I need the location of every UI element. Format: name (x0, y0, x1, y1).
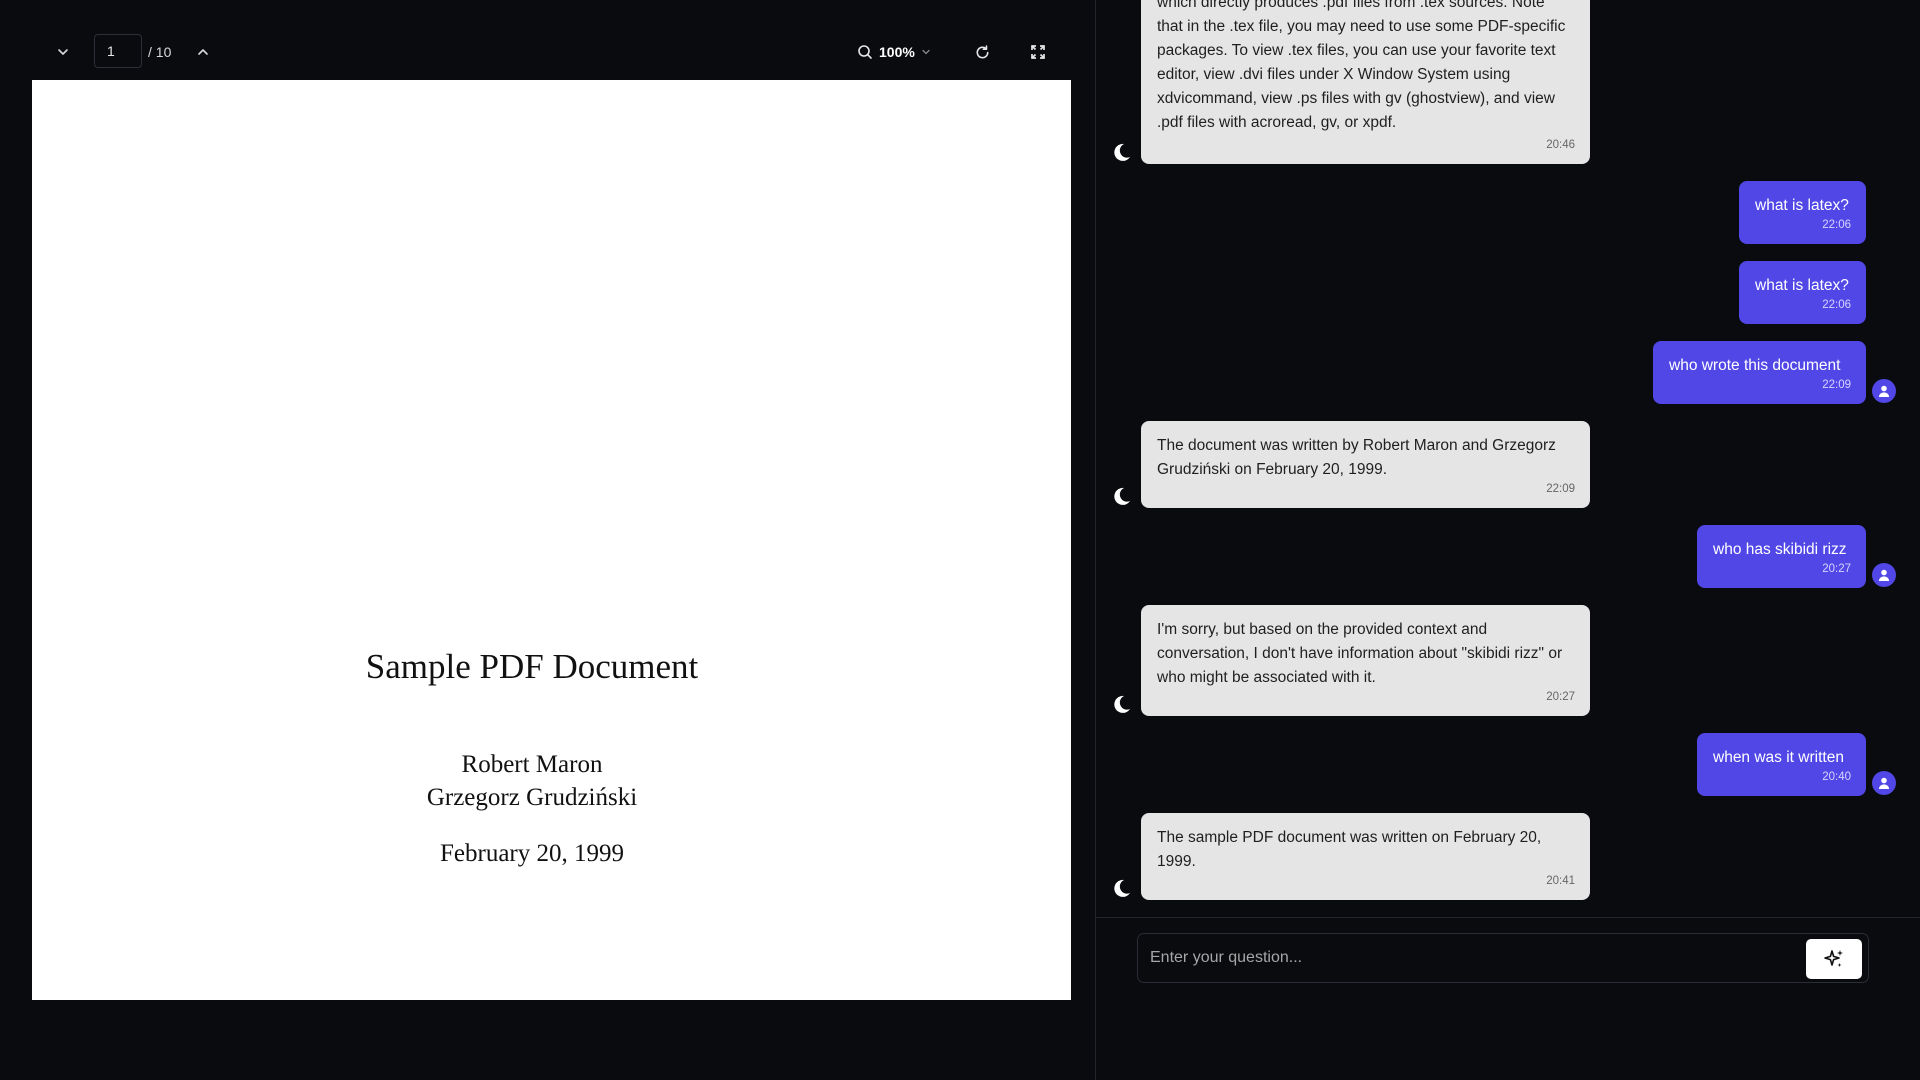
message-time: 22:06 (1822, 219, 1851, 231)
message-text: The sample PDF document was written on F… (1157, 829, 1542, 870)
document-title: Sample PDF Document (365, 647, 699, 686)
moon-icon (1114, 143, 1130, 161)
document-author: Grzegorz Grudziński (426, 784, 638, 811)
app: / 10 100% Sample PDF Document Robert Mar… (0, 0, 1920, 1080)
search-icon (858, 45, 872, 59)
message-time: 20:27 (1546, 691, 1575, 703)
message-time: 20:40 (1822, 771, 1851, 783)
user-icon (1878, 569, 1890, 581)
user-avatar (1872, 379, 1896, 403)
message-time: 22:09 (1546, 483, 1575, 495)
chat-panel: which directly produces .pdf files from … (1095, 0, 1920, 1080)
refresh-button[interactable] (966, 36, 998, 68)
user-message: what is latex? 22:06 (1739, 181, 1866, 244)
user-icon (1878, 385, 1890, 397)
document-date: February 20, 1999 (440, 840, 624, 867)
document-author: Robert Maron (461, 751, 603, 778)
refresh-icon (976, 44, 988, 58)
user-avatar (1872, 771, 1896, 795)
moon-icon (1114, 487, 1130, 505)
fullscreen-button[interactable] (1022, 36, 1054, 68)
bot-message: I'm sorry, but based on the provided con… (1141, 605, 1590, 716)
page-number-input[interactable] (94, 34, 142, 68)
question-form (1137, 933, 1869, 983)
chevron-up-icon (198, 49, 208, 55)
chevron-down-icon (922, 49, 930, 55)
next-page-button[interactable] (187, 36, 219, 68)
send-button[interactable] (1806, 939, 1862, 979)
document-authors: Robert Maron Grzegorz Grudziński (32, 748, 1032, 814)
sparkle-icon (1824, 950, 1843, 967)
message-list[interactable]: which directly produces .pdf files from … (1096, 0, 1920, 915)
zoom-level: 100% (879, 44, 915, 60)
message-text: The document was written by Robert Maron… (1157, 437, 1556, 478)
pdf-page: Sample PDF Document Robert Maron Grzegor… (32, 80, 1102, 1000)
question-input[interactable] (1138, 934, 1798, 982)
message-time: 20:41 (1546, 875, 1575, 887)
message-time: 20:46 (1546, 139, 1575, 151)
pdf-viewer: / 10 100% Sample PDF Document Robert Mar… (0, 0, 1102, 1080)
user-avatar (1872, 563, 1896, 587)
page-total: / 10 (148, 44, 172, 60)
message-time: 22:06 (1822, 299, 1851, 311)
zoom-dropdown[interactable]: 100% (857, 36, 931, 68)
user-message: what is latex? 22:06 (1739, 261, 1866, 324)
message-text: I'm sorry, but based on the provided con… (1157, 621, 1563, 686)
user-message: who wrote this document 22:09 (1653, 341, 1866, 404)
message-time: 22:09 (1822, 379, 1851, 391)
input-divider (1096, 917, 1920, 918)
fullscreen-icon (1031, 45, 1045, 59)
bot-message: The sample PDF document was written on F… (1141, 813, 1590, 900)
bot-message: The document was written by Robert Maron… (1141, 421, 1590, 508)
moon-icon (1114, 879, 1130, 897)
bot-message: which directly produces .pdf files from … (1141, 0, 1590, 164)
user-message: who has skibidi rizz 20:27 (1697, 525, 1866, 588)
prev-page-button[interactable] (47, 36, 79, 68)
message-time: 20:27 (1822, 563, 1851, 575)
message-text: which directly produces .pdf files from … (1157, 0, 1566, 131)
user-message: when was it written 20:40 (1697, 733, 1866, 796)
pdf-toolbar: / 10 100% (32, 32, 1072, 72)
moon-icon (1114, 695, 1130, 713)
chevron-down-icon (58, 49, 68, 55)
user-icon (1878, 777, 1890, 789)
